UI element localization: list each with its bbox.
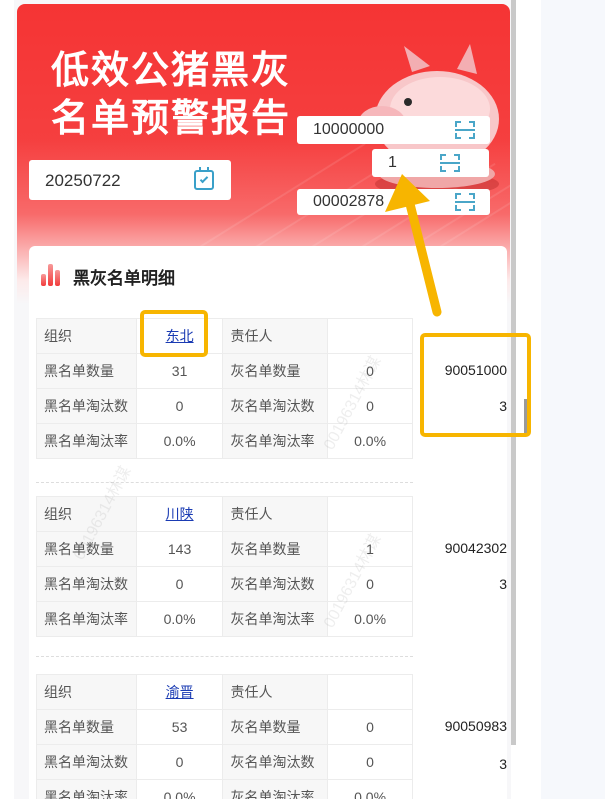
ext-num: 3 bbox=[499, 576, 507, 592]
gray-rate-label: 灰名单淘汰率 bbox=[222, 601, 329, 637]
org-group: 组织 渝晋 责任人 黑名单数量 53 灰名单数量 0 黑名单淘汰数 0 灰名单淘… bbox=[36, 674, 413, 799]
ext-num: 3 bbox=[499, 756, 507, 772]
group-divider bbox=[36, 482, 413, 483]
code-input-3[interactable]: 00002878 bbox=[297, 189, 490, 215]
code-input-2[interactable]: 1 bbox=[372, 149, 489, 177]
gray-count-label: 灰名单数量 bbox=[222, 531, 329, 567]
code-input-3-value: 00002878 bbox=[313, 193, 385, 210]
black-rate-label: 黑名单淘汰率 bbox=[36, 423, 137, 459]
gray-count-value: 0 bbox=[327, 709, 413, 745]
scan-icon[interactable] bbox=[440, 154, 460, 172]
black-count-value: 143 bbox=[135, 531, 224, 567]
highlight-box-ext bbox=[420, 333, 531, 437]
org-table: 组织 渝晋 责任人 黑名单数量 53 灰名单数量 0 黑名单淘汰数 0 灰名单淘… bbox=[36, 674, 413, 799]
gray-elim-value: 0 bbox=[327, 744, 413, 780]
table-row: 黑名单淘汰率 0.0% 灰名单淘汰率 0.0% bbox=[36, 601, 413, 637]
gray-elim-label: 灰名单淘汰数 bbox=[222, 744, 329, 780]
org-cell: 川陕 bbox=[135, 496, 224, 532]
gray-rate-value: 0.0% bbox=[327, 779, 413, 799]
title-line-2: 名单预警报告 bbox=[51, 96, 292, 140]
black-count-value: 53 bbox=[135, 709, 224, 745]
org-label: 组织 bbox=[36, 318, 137, 354]
black-elim-value: 0 bbox=[135, 566, 224, 602]
scan-icon[interactable] bbox=[455, 193, 475, 211]
gray-elim-label: 灰名单淘汰数 bbox=[222, 388, 329, 424]
calendar-icon[interactable] bbox=[194, 167, 214, 190]
gray-elim-label: 灰名单淘汰数 bbox=[222, 566, 329, 602]
owner-label: 责任人 bbox=[222, 674, 329, 710]
code-input-1-value: 10000000 bbox=[313, 121, 385, 138]
group-divider bbox=[36, 656, 413, 657]
table-row: 组织 东北 责任人 bbox=[36, 318, 413, 354]
highlight-box-org bbox=[140, 310, 208, 357]
date-picker[interactable]: 20250722 bbox=[29, 160, 231, 200]
report-title: 低效公猪黑灰 名单预警报告 bbox=[51, 46, 291, 142]
black-elim-label: 黑名单淘汰数 bbox=[36, 566, 137, 602]
table-row: 黑名单淘汰率 0.0% 灰名单淘汰率 0.0% bbox=[36, 779, 413, 799]
black-elim-label: 黑名单淘汰数 bbox=[36, 744, 137, 780]
org-label: 组织 bbox=[36, 674, 137, 710]
screen: 低效公猪黑灰 名单预警报告 20250722 10000000 1 000028… bbox=[0, 0, 605, 799]
black-elim-label: 黑名单淘汰数 bbox=[36, 388, 137, 424]
owner-value bbox=[327, 674, 413, 710]
owner-label: 责任人 bbox=[222, 318, 329, 354]
black-elim-value: 0 bbox=[135, 388, 224, 424]
black-rate-value: 0.0% bbox=[135, 601, 224, 637]
black-count-label: 黑名单数量 bbox=[36, 353, 137, 389]
section-title: 黑灰名单明细 bbox=[73, 269, 175, 289]
ext-code: 90050983 bbox=[444, 718, 507, 734]
date-value: 20250722 bbox=[45, 171, 121, 190]
owner-value bbox=[327, 496, 413, 532]
org-cell: 渝晋 bbox=[135, 674, 224, 710]
black-count-value: 31 bbox=[135, 353, 224, 389]
table-row: 组织 渝晋 责任人 bbox=[36, 674, 413, 710]
ext-code: 90042302 bbox=[444, 540, 507, 556]
black-rate-value: 0.0% bbox=[135, 423, 224, 459]
owner-value bbox=[327, 318, 413, 354]
org-link[interactable]: 渝晋 bbox=[166, 684, 194, 700]
gray-count-label: 灰名单数量 bbox=[222, 709, 329, 745]
black-elim-value: 0 bbox=[135, 744, 224, 780]
black-count-label: 黑名单数量 bbox=[36, 709, 137, 745]
right-background-light bbox=[541, 0, 605, 799]
section-header: 黑灰名单明细 bbox=[29, 246, 507, 306]
gray-rate-label: 灰名单淘汰率 bbox=[222, 423, 329, 459]
gray-count-label: 灰名单数量 bbox=[222, 353, 329, 389]
table-row: 黑名单数量 53 灰名单数量 0 bbox=[36, 709, 413, 745]
code-input-2-value: 1 bbox=[388, 154, 397, 171]
code-input-1[interactable]: 10000000 bbox=[297, 116, 490, 144]
black-rate-label: 黑名单淘汰率 bbox=[36, 779, 137, 799]
owner-label: 责任人 bbox=[222, 496, 329, 532]
black-rate-value: 0.0% bbox=[135, 779, 224, 799]
title-line-1: 低效公猪黑灰 bbox=[51, 48, 292, 92]
black-rate-label: 黑名单淘汰率 bbox=[36, 601, 137, 637]
table-row: 黑名单淘汰数 0 灰名单淘汰数 0 bbox=[36, 744, 413, 780]
bar-chart-icon bbox=[41, 262, 65, 286]
table-row: 黑名单淘汰率 0.0% 灰名单淘汰率 0.0% bbox=[36, 423, 413, 459]
org-link[interactable]: 川陕 bbox=[166, 506, 194, 522]
scan-icon[interactable] bbox=[455, 121, 475, 139]
gray-rate-label: 灰名单淘汰率 bbox=[222, 779, 329, 799]
